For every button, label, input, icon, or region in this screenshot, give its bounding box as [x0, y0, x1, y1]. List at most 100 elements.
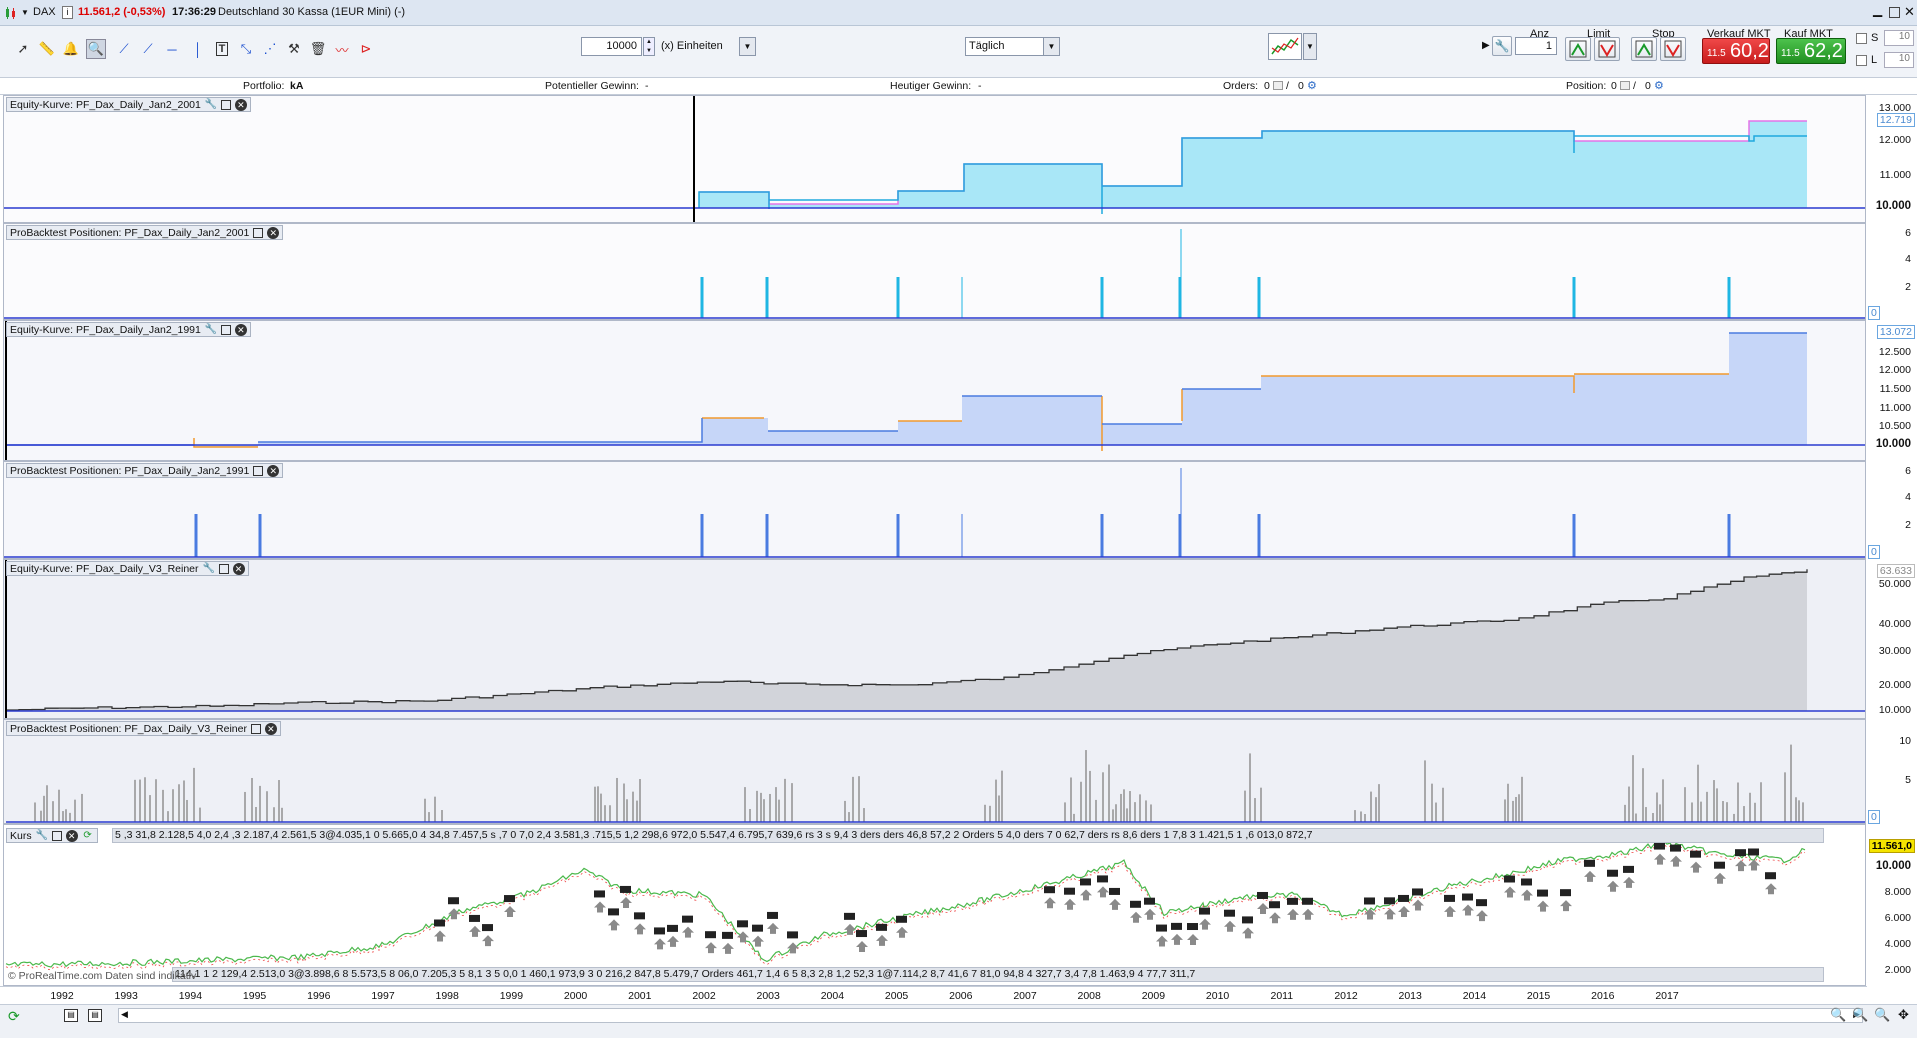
order-marker[interactable]	[634, 912, 645, 920]
order-marker[interactable]	[787, 931, 798, 939]
order-marker[interactable]	[1537, 889, 1548, 897]
order-marker[interactable]	[434, 919, 445, 927]
chevron-down-icon[interactable]: ▼	[1043, 38, 1059, 55]
wrench-icon[interactable]: 🔧	[205, 324, 217, 336]
order-marker[interactable]	[1257, 891, 1268, 899]
close-icon[interactable]: ✕	[234, 323, 247, 336]
close-icon[interactable]: ✕	[264, 722, 277, 735]
refresh-icon[interactable]: ⟳	[82, 830, 94, 842]
hammer-icon[interactable]: ⚒	[284, 39, 304, 59]
fibonacci-icon[interactable]: ⋰	[260, 39, 280, 59]
limit-sell-button[interactable]	[1594, 37, 1620, 61]
order-marker[interactable]	[1156, 924, 1167, 932]
order-marker[interactable]	[1521, 878, 1532, 886]
order-marker[interactable]	[1364, 897, 1375, 905]
positions-list-icon[interactable]	[1620, 81, 1630, 90]
order-marker[interactable]	[469, 914, 480, 922]
gear-icon[interactable]: ⚙	[1307, 79, 1317, 92]
close-icon[interactable]: ✕	[234, 98, 247, 111]
window-icon[interactable]	[220, 324, 231, 335]
period-select[interactable]: Täglich ▼	[965, 37, 1060, 56]
order-marker[interactable]	[737, 920, 748, 928]
quantity-input[interactable]: 10000	[581, 37, 642, 56]
zoom-out-icon[interactable]: 🔍	[1852, 1007, 1868, 1023]
calendar-range-icon[interactable]: ▤	[88, 1009, 102, 1022]
order-marker[interactable]	[1462, 893, 1473, 901]
positions-panel-1991[interactable]: ProBacktest Positionen: PF_Dax_Daily_Jan…	[3, 461, 1866, 559]
close-icon[interactable]: ✕	[267, 226, 280, 239]
order-marker[interactable]	[1144, 897, 1155, 905]
order-marker[interactable]	[1044, 886, 1055, 894]
stop-sell-button[interactable]	[1660, 37, 1686, 61]
wrench-icon[interactable]: 🔧	[205, 99, 217, 111]
order-marker[interactable]	[1654, 842, 1665, 850]
window-icon[interactable]	[253, 465, 264, 476]
order-marker[interactable]	[654, 927, 665, 935]
equity-panel-1991[interactable]: Equity-Kurve: PF_Dax_Daily_Jan2_1991 🔧 ✕	[3, 320, 1866, 461]
buy-mkt-button[interactable]: 11.5 62,2	[1776, 38, 1846, 64]
order-marker[interactable]	[767, 911, 778, 919]
order-marker[interactable]	[1080, 878, 1091, 886]
order-marker[interactable]	[705, 931, 716, 939]
order-marker[interactable]	[1269, 901, 1280, 909]
window-icon[interactable]	[51, 830, 62, 841]
close-icon[interactable]: ✕	[232, 562, 245, 575]
order-marker[interactable]	[1714, 861, 1725, 869]
order-marker[interactable]	[1130, 900, 1141, 908]
sell-mkt-button[interactable]: 11.5 60,2	[1702, 38, 1770, 64]
triangle-icon[interactable]: ⊳	[356, 39, 376, 59]
wrench-icon[interactable]: 🔧	[36, 830, 48, 842]
horizontal-scrollbar[interactable]: ◀ ▶	[118, 1008, 1863, 1023]
order-marker[interactable]	[608, 908, 619, 916]
order-marker[interactable]	[594, 890, 605, 898]
order-marker[interactable]	[1623, 865, 1634, 873]
close-icon[interactable]: ✕	[65, 829, 78, 842]
order-marker[interactable]	[876, 923, 887, 931]
zoom-fit-icon[interactable]: 🔍	[1830, 1007, 1846, 1023]
chevron-left-icon[interactable]: ◀	[121, 1009, 128, 1020]
ray-line-icon[interactable]: ⟋	[138, 39, 158, 59]
window-icon[interactable]	[253, 227, 264, 238]
order-marker[interactable]	[856, 930, 867, 938]
window-icon[interactable]	[220, 99, 231, 110]
l-checkbox[interactable]	[1856, 55, 1867, 66]
order-marker[interactable]	[1224, 909, 1235, 917]
order-marker[interactable]	[620, 885, 631, 893]
zigzag-icon[interactable]: 〰	[332, 39, 352, 59]
order-marker[interactable]	[1412, 888, 1423, 896]
calendar-icon[interactable]: ▤	[64, 1009, 78, 1022]
symbol-label[interactable]: DAX	[33, 6, 56, 18]
order-marker[interactable]	[1560, 889, 1571, 897]
order-marker[interactable]	[1690, 850, 1701, 858]
refresh-icon[interactable]: ⟳	[8, 1008, 20, 1025]
close-icon[interactable]: ✕	[267, 464, 280, 477]
positions-panel-2001[interactable]: ProBacktest Positionen: PF_Dax_Daily_Jan…	[3, 223, 1866, 320]
minimize-icon[interactable]: ▁	[1873, 3, 1882, 17]
unit-dropdown-button[interactable]: ▼	[739, 37, 756, 56]
order-marker[interactable]	[1384, 897, 1395, 905]
resize-grip-icon[interactable]: ✥	[1898, 1007, 1909, 1023]
chevron-down-icon[interactable]: ▼	[21, 8, 29, 17]
order-marker[interactable]	[448, 897, 459, 905]
window-icon[interactable]	[250, 723, 261, 734]
order-marker[interactable]	[504, 895, 515, 903]
order-marker[interactable]	[1398, 894, 1409, 902]
trash-icon[interactable]: 🗑	[308, 39, 328, 59]
l-value-input[interactable]: 10	[1884, 52, 1914, 68]
order-marker[interactable]	[1097, 875, 1108, 883]
chart-type-button[interactable]	[1268, 33, 1302, 60]
gear-icon[interactable]: ⚙	[1654, 79, 1664, 92]
limit-buy-button[interactable]	[1565, 37, 1591, 61]
equity-panel-2001[interactable]: Equity-Kurve: PF_Dax_Daily_Jan2_2001 🔧 ✕	[3, 95, 1866, 223]
pointer-icon[interactable]: ➚	[13, 39, 33, 59]
order-marker[interactable]	[1302, 897, 1313, 905]
equity-panel-v3[interactable]: Equity-Kurve: PF_Dax_Daily_V3_Reiner 🔧 ✕	[3, 559, 1866, 719]
order-marker[interactable]	[667, 924, 678, 932]
order-marker[interactable]	[1607, 869, 1618, 877]
order-marker[interactable]	[1287, 897, 1298, 905]
order-marker[interactable]	[1109, 887, 1120, 895]
order-marker[interactable]	[1765, 872, 1776, 880]
close-icon[interactable]: ✕	[1904, 4, 1915, 20]
order-marker[interactable]	[896, 915, 907, 923]
order-marker[interactable]	[1584, 859, 1595, 867]
